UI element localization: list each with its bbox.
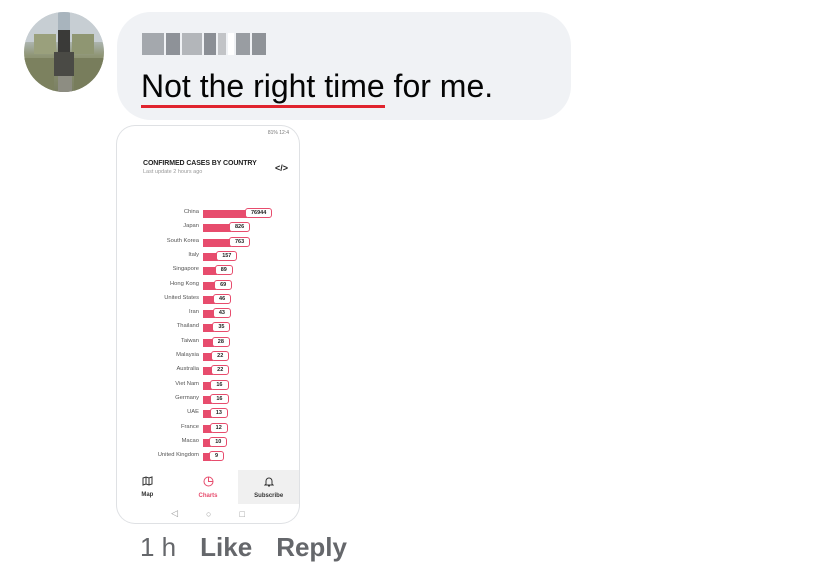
chart-bar [203, 238, 231, 247]
embed-code-icon[interactable]: </> [275, 163, 288, 173]
value-label: 35 [212, 322, 231, 333]
chart-bar [203, 210, 247, 218]
value-label: 16 [210, 379, 229, 390]
avatar[interactable] [24, 12, 104, 92]
country-label: Iran [189, 309, 199, 316]
value-label: 22 [211, 351, 230, 361]
comment-actions: 1 h Like Reply [140, 531, 347, 563]
country-label: France [180, 423, 199, 430]
value-label: 69 [214, 279, 233, 290]
chart-row: Taiwan 28 [117, 336, 299, 349]
chart-row: Viet Nam 16 [117, 379, 299, 392]
value-label: 89 [214, 265, 233, 276]
chart-icon [178, 476, 239, 490]
chart-row: South Korea 763 [117, 236, 299, 249]
value-label: 10 [209, 436, 228, 447]
chart-row: Italy 157 [117, 250, 299, 263]
chart-row: UAE 13 [117, 408, 299, 420]
value-label: 46 [213, 293, 232, 304]
tab-charts-label: Charts [198, 493, 218, 499]
tab-charts[interactable]: Charts [178, 470, 239, 504]
country-label: Thailand [176, 323, 199, 330]
country-label: Germany [175, 394, 199, 401]
chart-row: Germany 16 [117, 393, 299, 406]
chart-row: Singapore 89 [117, 265, 299, 277]
chart-row: Malaysia 22 [117, 351, 299, 363]
country-label: Macao [181, 437, 199, 444]
chart-subtitle: Last update 2 hours ago [143, 169, 203, 175]
tab-subscribe[interactable]: Subscribe [238, 470, 299, 504]
map-icon [117, 476, 178, 489]
app-tab-bar: Map Charts Subscribe [117, 470, 299, 504]
timestamp[interactable]: 1 h [140, 531, 176, 563]
value-label: 28 [211, 336, 230, 347]
country-label: South Korea [166, 237, 199, 244]
comment-text-underlined: Not the right time [141, 68, 385, 108]
country-label: Italy [188, 251, 199, 258]
chart-row: Thailand 35 [117, 322, 299, 334]
country-label: China [183, 209, 199, 215]
tab-map[interactable]: Map [117, 470, 178, 504]
bell-icon [238, 476, 299, 490]
phone-nav-bar: ◁ ○ □ [117, 504, 299, 523]
chart-row: France 12 [117, 422, 299, 435]
home-icon[interactable]: ○ [206, 509, 211, 519]
phone-status-bar: 81% 12:4 [127, 130, 289, 138]
value-label: 43 [212, 308, 231, 319]
chart-row: United Kingdom 9 [117, 451, 299, 463]
country-label: Malaysia [176, 352, 199, 358]
tab-subscribe-label: Subscribe [254, 493, 284, 499]
reply-button[interactable]: Reply [276, 531, 347, 563]
value-label: 9 [209, 451, 225, 462]
comment-text-rest: for me. [384, 68, 494, 104]
country-label: UAE [187, 409, 199, 416]
country-label: United Kingdom [157, 452, 199, 459]
country-label: United States [164, 294, 199, 301]
chart-row: Iran 43 [117, 308, 299, 320]
chart-row: United States 46 [117, 293, 299, 306]
country-label: Hong Kong [169, 280, 199, 287]
chart-row: Macao 10 [117, 436, 299, 449]
comment-text: Not the right time for me. [141, 66, 494, 108]
like-button[interactable]: Like [200, 531, 252, 563]
chart-row: China 76944 [117, 208, 299, 220]
value-label: 157 [216, 250, 238, 261]
recent-icon[interactable]: □ [239, 509, 244, 519]
value-label: 22 [211, 365, 230, 376]
country-label: Singapore [172, 266, 199, 273]
author-name-blurred[interactable] [142, 32, 266, 56]
chart-row: Hong Kong 69 [117, 279, 299, 292]
status-right: 81% 12:4 [267, 130, 289, 136]
value-label: 16 [210, 393, 229, 404]
country-label: Viet Nam [175, 380, 199, 387]
tab-map-label: Map [141, 492, 154, 498]
value-label: 13 [209, 408, 228, 419]
value-label: 763 [229, 236, 251, 247]
chart-row: Japan 826 [117, 222, 299, 234]
chart-row: Australia 22 [117, 365, 299, 377]
chart-title: CONFIRMED CASES BY COUNTRY [143, 160, 257, 167]
country-label: Japan [183, 223, 199, 230]
back-icon[interactable]: ◁ [171, 508, 178, 519]
chart-bar [203, 224, 231, 233]
country-label: Taiwan [180, 337, 199, 344]
country-label: Australia [176, 366, 199, 373]
screenshot-attachment[interactable]: 81% 12:4 CONFIRMED CASES BY COUNTRY Last… [117, 126, 299, 523]
value-label: 12 [209, 422, 228, 433]
value-label: 826 [229, 222, 251, 233]
value-label: 76944 [245, 208, 273, 218]
comment-bubble: Not the right time for me. [117, 12, 571, 120]
